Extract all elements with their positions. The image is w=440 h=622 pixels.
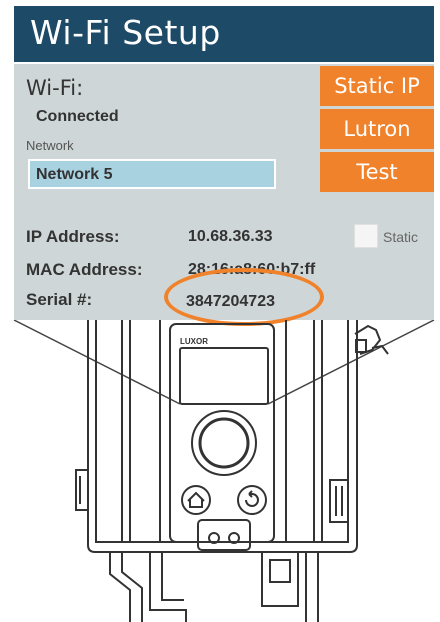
lutron-button[interactable]: Lutron [320,109,434,149]
right-connector-icon [329,479,349,523]
serial-number-label: Serial #: [26,290,93,309]
device-body [87,320,358,553]
ip-address-value: 10.68.36.33 [188,228,273,245]
network-select-field[interactable]: Network 5 [28,159,276,189]
callout-line-right [267,320,435,405]
ip-address-label: IP Address: [26,227,120,246]
wifi-status: Connected [36,108,119,125]
page-title: Wi-Fi Setup [30,13,221,52]
static-checkbox[interactable] [354,224,378,248]
dial-ring-icon [191,410,257,476]
port-block-icon [197,519,251,551]
mac-address-label: MAC Address: [26,260,143,279]
dial-button-icon [198,417,250,469]
network-label: Network [26,138,74,153]
static-checkbox-label: Static [383,229,419,245]
title-bar: Wi-Fi Setup [14,6,434,62]
bottom-mounts [109,552,319,622]
home-button-icon [181,485,211,515]
static-ip-button[interactable]: Static IP [320,66,434,106]
serial-highlight-oval [164,268,324,326]
brand-label: LUXOR [180,337,208,346]
controller-device-illustration: LUXOR [13,320,435,622]
return-button-icon [237,485,267,515]
left-connector-icon [75,469,89,511]
antenna-icon [354,324,389,355]
wifi-label: Wi-Fi: [26,76,84,100]
test-button[interactable]: Test [320,152,434,192]
device-screen [179,347,269,405]
